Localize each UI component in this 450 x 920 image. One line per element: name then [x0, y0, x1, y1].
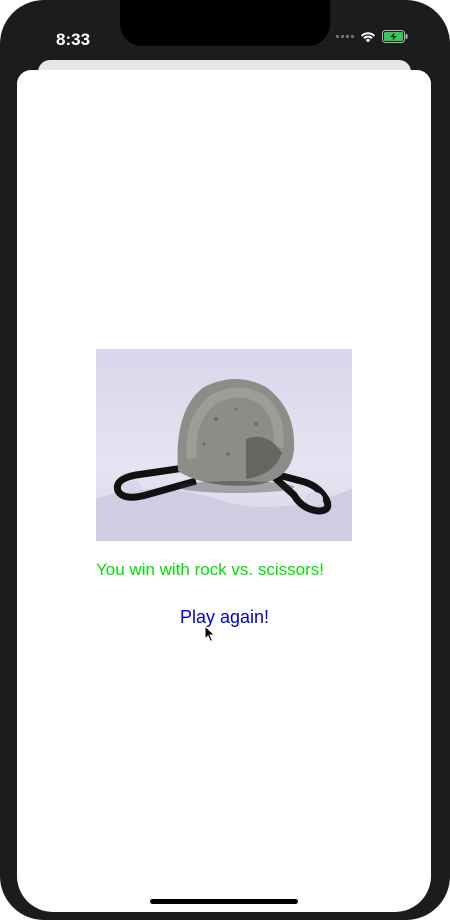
status-icons	[336, 30, 408, 43]
mouse-pointer-icon	[204, 624, 216, 648]
play-again-button[interactable]: Play again!	[180, 607, 269, 628]
status-time: 8:33	[56, 30, 91, 49]
signal-dots-icon	[336, 35, 354, 38]
home-indicator[interactable]	[150, 899, 298, 904]
game-screen: You win with rock vs. scissors! Play aga…	[17, 70, 431, 912]
battery-charging-icon	[382, 30, 408, 43]
game-result-message: You win with rock vs. scissors!	[96, 560, 324, 579]
rock-vs-scissors-image	[96, 349, 352, 541]
wifi-icon	[360, 31, 376, 43]
phone-frame: 8:33 You win with rock vs. scissors! Pla…	[0, 0, 450, 920]
notch	[120, 0, 330, 46]
